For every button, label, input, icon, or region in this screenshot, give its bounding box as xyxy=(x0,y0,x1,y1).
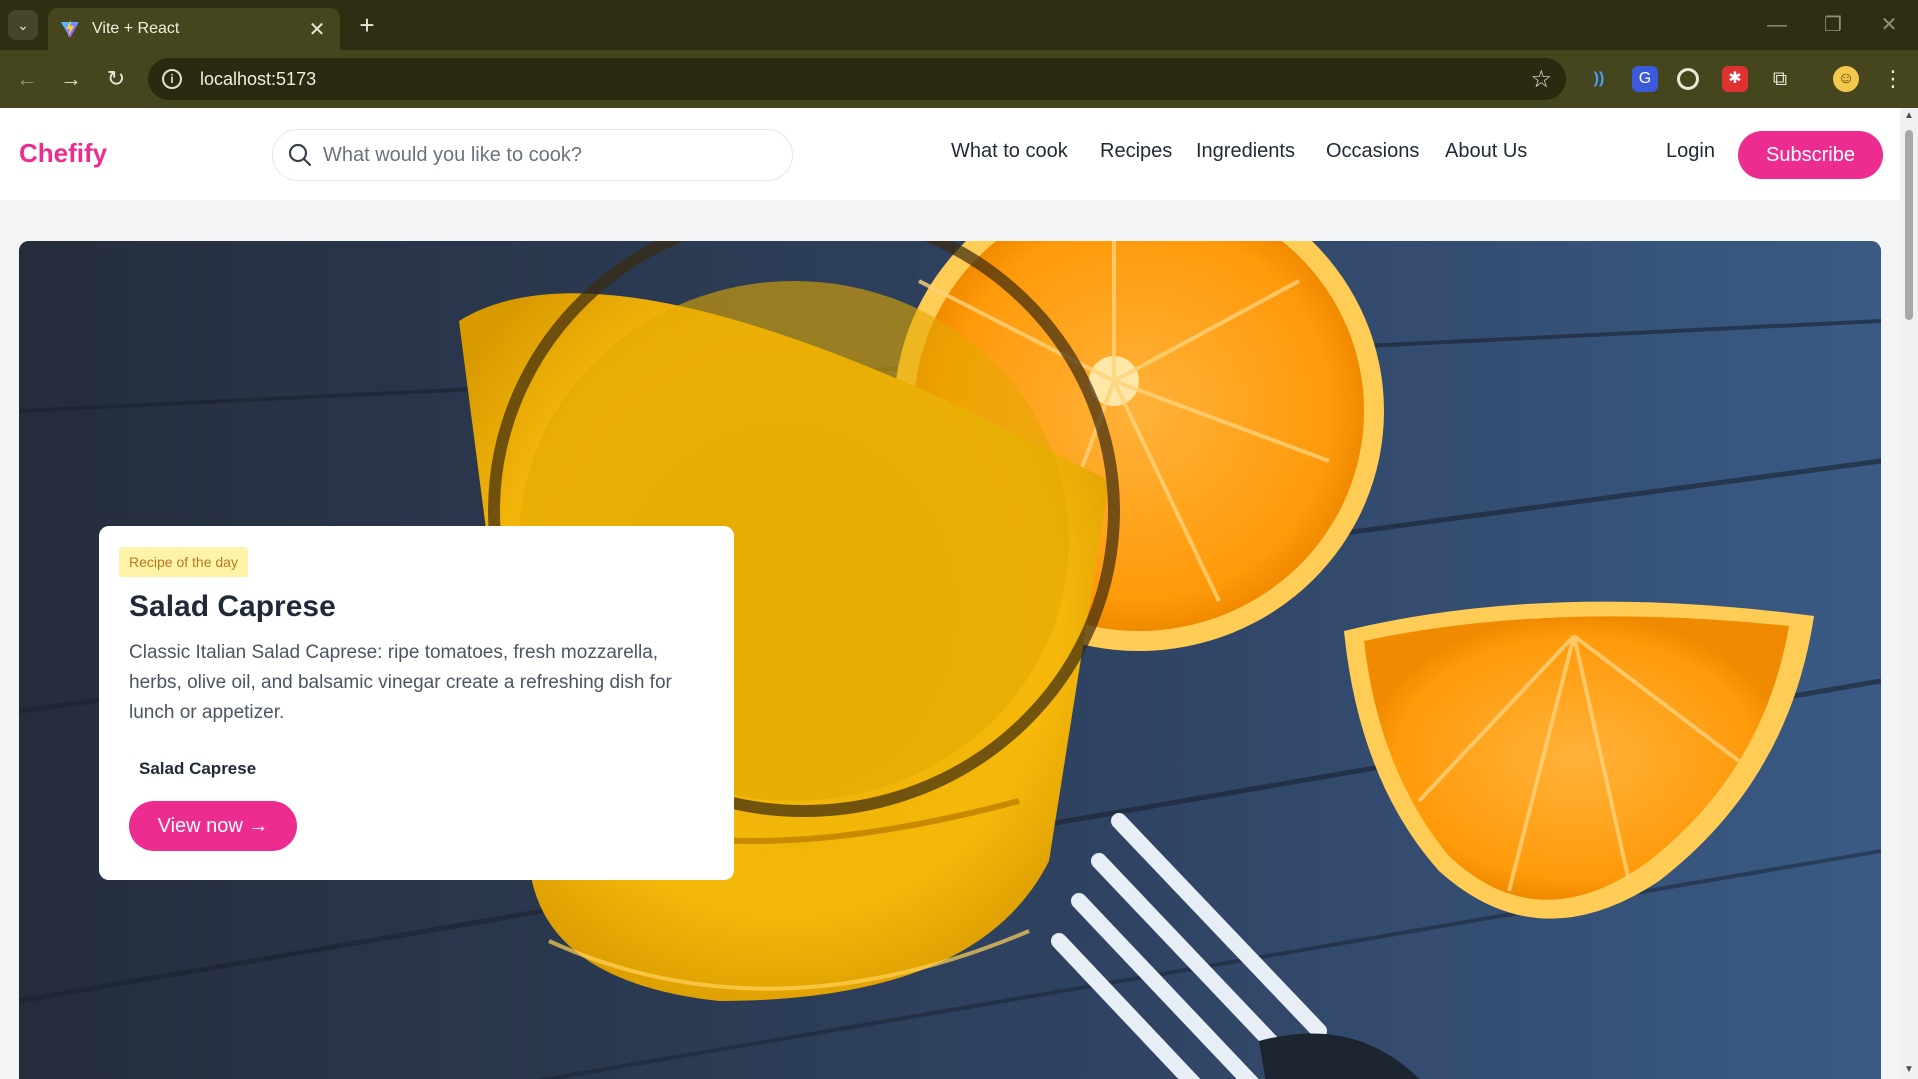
browser-menu-icon[interactable]: ⋮ xyxy=(1878,64,1908,94)
site-info-icon[interactable]: i xyxy=(162,69,182,89)
nav-what-to-cook[interactable]: What to cook xyxy=(951,140,1068,163)
target-extension-icon[interactable] xyxy=(1677,68,1699,90)
nav-occasions[interactable]: Occasions xyxy=(1326,140,1419,163)
recipe-of-the-day-card: Recipe of the day Salad Caprese Classic … xyxy=(99,526,734,880)
nav-about-us[interactable]: About Us xyxy=(1445,140,1527,163)
search-input[interactable] xyxy=(323,143,778,167)
recipe-name: Salad Caprese xyxy=(139,759,257,778)
tab-title: Vite + React xyxy=(92,20,180,37)
address-bar[interactable]: i localhost:5173 ☆ xyxy=(148,58,1566,100)
reload-button[interactable]: ↻ xyxy=(101,64,131,94)
browser-tab[interactable]: Vite + React ✕ xyxy=(48,8,340,50)
tab-search-button[interactable]: ⌄ xyxy=(8,10,38,40)
scroll-up-arrow-icon[interactable]: ▲ xyxy=(1903,110,1915,121)
page-viewport: Chefify What to cook Recipes Ingredients… xyxy=(0,108,1900,1079)
scroll-down-arrow-icon[interactable]: ▼ xyxy=(1903,1064,1915,1075)
profile-avatar-icon[interactable]: ☺ xyxy=(1833,66,1859,92)
back-button[interactable]: ← xyxy=(12,64,42,94)
recipe-search[interactable] xyxy=(272,129,793,181)
page-scrollbar[interactable]: ▲ ▼ xyxy=(1900,108,1918,1079)
recipe-title: Salad Caprese xyxy=(129,590,336,623)
browser-tab-bar: ⌄ Vite + React ✕ + — ❐ ✕ xyxy=(0,0,1918,50)
puzzle-extensions-icon[interactable]: ⧉ xyxy=(1767,66,1793,92)
search-icon xyxy=(288,143,312,167)
browser-toolbar: ← → ↻ i localhost:5173 ☆ )) G ✱ ⧉ ☺ ⋮ xyxy=(0,50,1918,140)
site-logo[interactable]: Chefify xyxy=(19,138,107,169)
audio-extension-icon[interactable]: )) xyxy=(1586,66,1612,92)
vite-logo-icon xyxy=(61,20,79,38)
chevron-down-icon: ⌄ xyxy=(17,16,29,33)
recipe-of-the-day-badge: Recipe of the day xyxy=(119,547,248,577)
subscribe-button[interactable]: Subscribe xyxy=(1738,131,1883,179)
scrollbar-thumb[interactable] xyxy=(1905,130,1913,320)
bookmark-star-icon[interactable]: ☆ xyxy=(1530,65,1552,94)
restore-window-button[interactable]: ❐ xyxy=(1818,10,1848,40)
url-text[interactable]: localhost:5173 xyxy=(200,69,1530,90)
close-tab-icon[interactable]: ✕ xyxy=(306,17,328,42)
recipe-description: Classic Italian Salad Caprese: ripe toma… xyxy=(129,642,672,723)
nav-ingredients[interactable]: Ingredients xyxy=(1196,140,1295,163)
nav-recipes[interactable]: Recipes xyxy=(1100,140,1172,163)
translate-extension-icon[interactable]: G xyxy=(1632,66,1658,92)
site-header: Chefify What to cook Recipes Ingredients… xyxy=(0,108,1900,200)
view-now-button[interactable]: View now → xyxy=(129,801,297,851)
new-tab-button[interactable]: + xyxy=(352,10,382,40)
login-link[interactable]: Login xyxy=(1666,140,1715,163)
forward-button[interactable]: → xyxy=(56,64,86,94)
bug-extension-icon[interactable]: ✱ xyxy=(1722,66,1748,92)
minimize-window-button[interactable]: — xyxy=(1762,10,1792,40)
close-window-button[interactable]: ✕ xyxy=(1874,10,1904,40)
